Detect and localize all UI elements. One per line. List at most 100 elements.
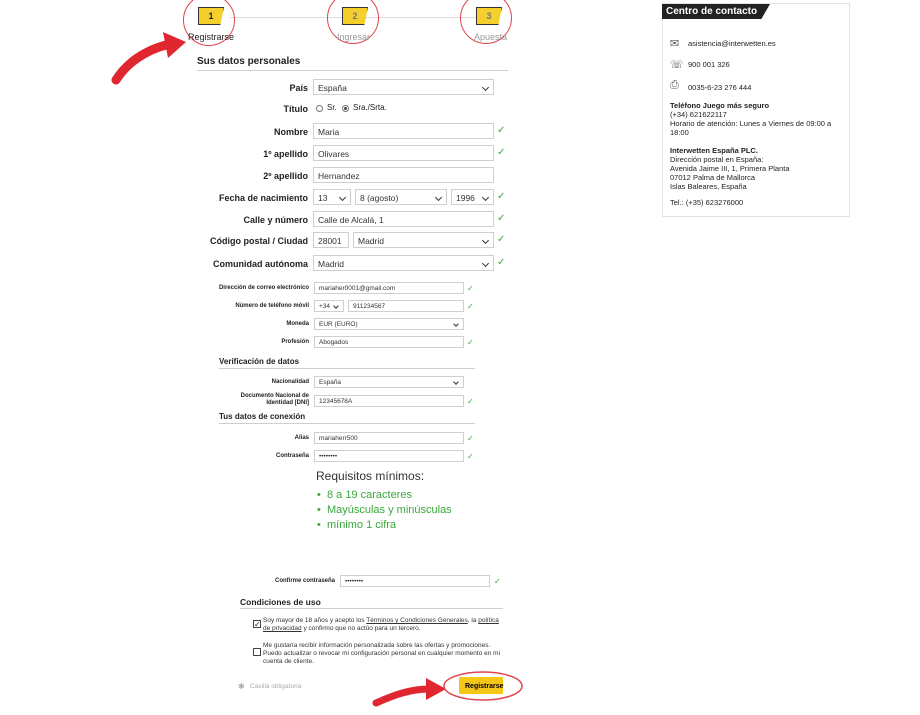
section-conn-title: Tus datos de conexión: [219, 412, 306, 421]
label-email: Dirección de correo electrónico: [218, 285, 309, 291]
alias-valid-icon: ✓: [467, 434, 474, 443]
label-dni-2: Identidad [DNI]: [266, 400, 309, 406]
section-verify-rule: [219, 368, 475, 369]
step-1-label: Registrarse: [188, 32, 235, 42]
terms-text: Soy mayor de 18 años y acepto los Términ…: [263, 617, 499, 632]
step-1-flag: 1: [198, 7, 224, 25]
requirement-digit: • mínimo 1 cifra: [317, 519, 397, 531]
section-personal-rule: [197, 70, 508, 71]
confirm-password-input[interactable]: ••••••••: [340, 575, 490, 587]
section-personal-title: Sus datos personales: [197, 56, 301, 67]
promo-text: Me gustaría recibir información personal…: [263, 642, 501, 665]
contact-fax: 0035-6-23 276 444: [688, 83, 752, 92]
label-moneda: Moneda: [286, 321, 309, 327]
fax-icon: ⎙: [670, 79, 679, 91]
phone-icon: ☏: [670, 59, 684, 71]
address-line-1: Dirección postal en España:: [670, 155, 764, 164]
contact-email[interactable]: asistencia@interwetten.es: [688, 39, 776, 48]
label-nacionalidad: Nacionalidad: [271, 379, 309, 385]
email-icon: ✉: [670, 38, 680, 50]
nacimiento-valid-icon: ✓: [497, 191, 506, 202]
label-calle: Calle y número: [243, 215, 308, 225]
birth-day-select[interactable]: 13: [313, 189, 351, 205]
radio-sr[interactable]: [316, 105, 323, 112]
contact-hours: Horario de atención: Lunes a Viernes de …: [670, 119, 832, 137]
comunidad-valid-icon: ✓: [497, 257, 506, 268]
ciudad-select[interactable]: Madrid: [353, 232, 494, 248]
mandatory-asterisk-icon: ✱: [238, 682, 245, 691]
phone-input[interactable]: 911234567: [348, 300, 464, 312]
label-comunidad: Comunidad autónoma: [213, 259, 308, 269]
contact-tel: Tel.: (+35) 623276000: [670, 198, 744, 207]
terms-checkbox[interactable]: ✓: [253, 620, 261, 629]
profesion-input[interactable]: Abogados: [314, 336, 464, 348]
cp-valid-icon: ✓: [497, 234, 506, 245]
step-2-label: Ingresar: [337, 32, 371, 42]
comunidad-select[interactable]: Madrid: [313, 255, 494, 271]
moneda-select[interactable]: EUR (EURO): [314, 318, 464, 330]
dni-input[interactable]: 12345678A: [314, 395, 464, 407]
apellido1-input[interactable]: Olivares: [313, 145, 494, 161]
section-verify-title: Verificación de datos: [219, 357, 300, 366]
contact-phone: 900 001 326: [688, 60, 730, 69]
mandatory-note: Casilla obligatoria: [250, 683, 302, 690]
cp-input[interactable]: 28001: [313, 232, 349, 248]
secure-title: Teléfono Juego más seguro: [670, 101, 770, 110]
radio-sra-label: Sra./Srta.: [353, 103, 387, 112]
dni-valid-icon: ✓: [467, 397, 474, 406]
label-telefono: Número de teléfono móvil: [235, 303, 309, 309]
step-3-flag: 3: [476, 7, 502, 25]
requirement-case: • Mayúsculas y minúsculas: [317, 504, 452, 516]
phone-prefix-select[interactable]: +34: [314, 300, 344, 312]
step-3-label: Apuesta: [474, 32, 508, 42]
radio-sra[interactable]: [342, 105, 349, 112]
label-alias: Alias: [294, 435, 309, 441]
requirements-title: Requisitos mínimos:: [316, 469, 425, 483]
nombre-input[interactable]: Maria: [313, 123, 494, 139]
apellido1-valid-icon: ✓: [497, 147, 506, 158]
apellido2-input[interactable]: Hernandez: [313, 167, 494, 183]
radio-sr-label: Sr.: [327, 103, 337, 112]
address-line-2: Avenida Jaime III, 1, Primera Planta: [670, 164, 790, 173]
calle-input[interactable]: Calle de Alcalá, 1: [313, 211, 494, 227]
label-pais: País: [289, 83, 308, 93]
calle-valid-icon: ✓: [497, 213, 506, 224]
birth-month-select[interactable]: 8 (agosto): [355, 189, 447, 205]
register-button-highlight: [443, 671, 523, 701]
address-line-4: Islas Baleares, España: [670, 182, 747, 191]
confirm-valid-icon: ✓: [494, 577, 501, 586]
label-apellido1: 1º apellido: [263, 149, 308, 159]
nacionalidad-select[interactable]: España: [314, 376, 464, 388]
company-name: Interwetten España PLC.: [670, 146, 758, 155]
label-confirm: Confirme contraseña: [274, 578, 335, 584]
section-conn-rule: [219, 423, 475, 424]
section-conditions-title: Condiciones de uso: [240, 597, 321, 607]
email-valid-icon: ✓: [467, 284, 474, 293]
label-apellido2: 2º apellido: [263, 171, 308, 181]
label-titulo: Título: [283, 104, 309, 114]
step-2-flag: 2: [342, 7, 368, 25]
alias-input[interactable]: mariaherr500: [314, 432, 464, 444]
contact-title: Centro de contacto: [662, 4, 770, 19]
label-password: Contraseña: [275, 453, 309, 459]
nombre-valid-icon: ✓: [497, 125, 506, 136]
phone-valid-icon: ✓: [467, 302, 474, 311]
annotation-arrow-top: [111, 32, 186, 85]
label-nacimiento: Fecha de nacimiento: [218, 193, 308, 203]
profesion-valid-icon: ✓: [467, 338, 474, 347]
requirement-length: • 8 a 19 caracteres: [317, 489, 412, 501]
pais-select[interactable]: España: [313, 79, 494, 95]
birth-year-select[interactable]: 1996: [451, 189, 494, 205]
label-profesion: Profesión: [281, 339, 309, 345]
label-dni-1: Documento Nacional de: [240, 393, 309, 399]
terms-link[interactable]: Términos y Condiciones Generales: [366, 617, 468, 624]
email-input[interactable]: mariaher0001@gmail.com: [314, 282, 464, 294]
promo-checkbox[interactable]: [253, 648, 261, 656]
secure-phone: (+34) 621622117: [670, 110, 727, 119]
annotation-arrow-bottom: [372, 678, 446, 707]
label-nombre: Nombre: [273, 127, 308, 137]
label-cp: Código postal / Ciudad: [210, 236, 308, 246]
address-line-3: 07012 Palma de Mallorca: [670, 173, 756, 182]
password-valid-icon: ✓: [467, 452, 474, 461]
password-input[interactable]: ••••••••: [314, 450, 464, 462]
